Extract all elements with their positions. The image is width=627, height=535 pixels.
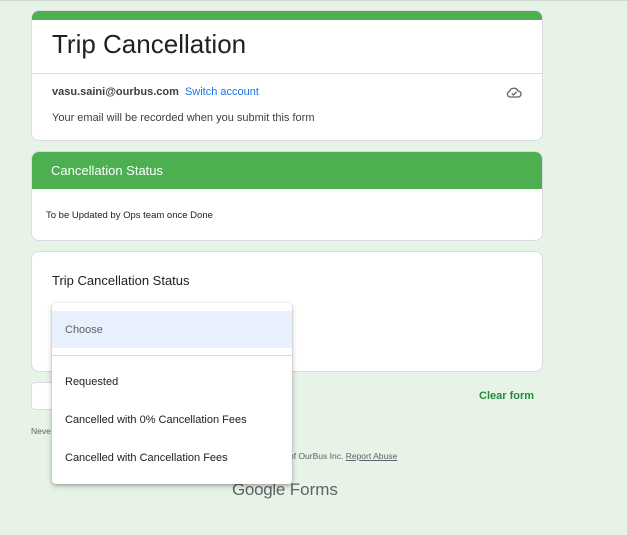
section-card: Cancellation Status To be Updated by Ops…	[31, 151, 543, 241]
status-dropdown-menu[interactable]: Choose Requested Cancelled with 0% Cance…	[52, 303, 292, 484]
section-title: Cancellation Status	[32, 152, 542, 189]
cloud-saved-icon[interactable]	[506, 85, 522, 99]
report-abuse-link[interactable]: Report Abuse	[346, 451, 398, 461]
section-description: To be Updated by Ops team once Done	[46, 210, 213, 221]
dropdown-option-cancelled-zero-fee[interactable]: Cancelled with 0% Cancellation Fees	[52, 401, 292, 438]
dropdown-option-choose[interactable]: Choose	[52, 311, 292, 348]
dropdown-option-requested[interactable]: Requested	[52, 363, 292, 400]
email-recorded-note: Your email will be recorded when you sub…	[52, 112, 315, 124]
owner-text: of OurBus Inc.	[289, 451, 344, 461]
clear-form-button[interactable]: Clear form	[479, 390, 534, 402]
never-submit-note: Neve	[31, 426, 51, 436]
question-title: Trip Cancellation Status	[52, 273, 190, 288]
brand-forms: Forms	[289, 480, 338, 499]
account-row: vasu.saini@ourbus.com Switch account	[52, 86, 259, 98]
footer-owner: of OurBus Inc. Report Abuse	[289, 451, 397, 461]
form-header-card: Trip Cancellation vasu.saini@ourbus.com …	[31, 10, 543, 141]
dropdown-option-cancelled-with-fee[interactable]: Cancelled with Cancellation Fees	[52, 439, 292, 476]
account-email: vasu.saini@ourbus.com	[52, 86, 179, 98]
accent-bar	[32, 11, 542, 20]
divider	[32, 73, 542, 74]
top-border	[0, 0, 627, 1]
switch-account-link[interactable]: Switch account	[185, 86, 259, 98]
dropdown-divider	[52, 355, 292, 356]
form-title: Trip Cancellation	[52, 29, 247, 59]
